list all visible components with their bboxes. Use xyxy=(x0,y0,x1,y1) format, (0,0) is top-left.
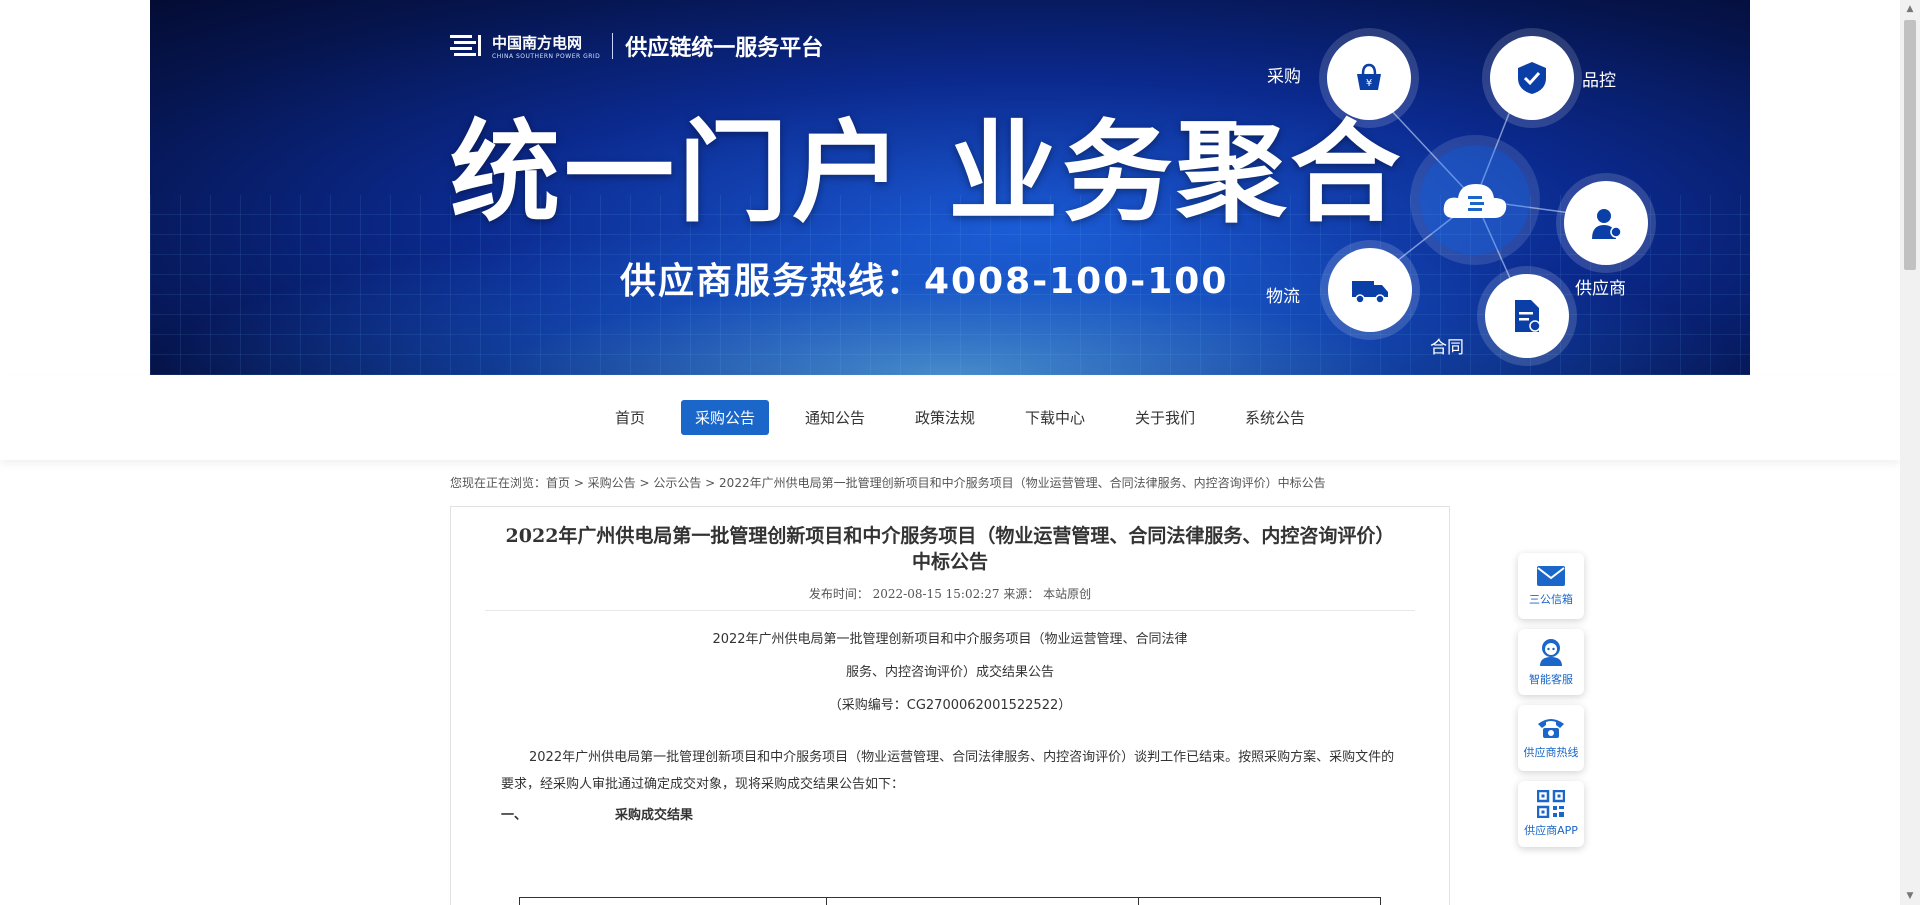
section-heading: 一、 采购成交结果 xyxy=(501,804,1449,823)
nav-item-about[interactable]: 关于我们 xyxy=(1121,400,1209,435)
meta-divider xyxy=(485,610,1415,611)
logistics-label: 物流 xyxy=(1266,287,1300,307)
side-button-label: 供应商热线 xyxy=(1523,746,1579,759)
phone-icon xyxy=(1538,719,1564,738)
mail-icon xyxy=(1537,566,1565,586)
side-button-smart-service[interactable]: 智能客服 xyxy=(1518,629,1584,695)
quality-node[interactable] xyxy=(1490,36,1574,120)
banner: 中国南方电网 CHINA SOUTHERN POWER GRID 供应链统一服务… xyxy=(150,0,1750,375)
section-number: 一、 xyxy=(501,808,528,823)
logistics-node[interactable] xyxy=(1328,248,1412,332)
nav-item-download[interactable]: 下载中心 xyxy=(1011,400,1099,435)
nav-item-policy[interactable]: 政策法规 xyxy=(901,400,989,435)
side-button-hotline[interactable]: 供应商热线 xyxy=(1518,705,1584,771)
article-heading-line2: 服务、内控咨询评价）成交结果公告 xyxy=(845,665,1054,680)
purchase-node[interactable]: ¥ xyxy=(1327,36,1411,120)
table-cell xyxy=(1139,898,1380,905)
section-title: 采购成交结果 xyxy=(615,808,694,823)
article-meta: 发布时间： 2022-08-15 15:02:27 来源： 本站原创 xyxy=(808,587,1092,601)
purchase-label: 采购 xyxy=(1267,67,1301,87)
article-heading-line1: 2022年广州供电局第一批管理创新项目和中介服务项目（物业运营管理、合同法律 xyxy=(712,632,1188,647)
breadcrumb[interactable]: 您现在正在浏览：首页 > 采购公告 > 公示公告 > 2022年广州供电局第一批… xyxy=(450,474,1326,491)
article-panel: 2022年广州供电局第一批管理创新项目和中介服务项目（物业运营管理、合同法律服务… xyxy=(450,506,1450,905)
nav-item-system-notice[interactable]: 系统公告 xyxy=(1231,400,1319,435)
shield-icon xyxy=(1518,62,1546,94)
side-button-label: 智能客服 xyxy=(1529,673,1573,686)
article-heading-block: 2022年广州供电局第一批管理创新项目和中介服务项目（物业运营管理、合同法律 服… xyxy=(451,623,1449,722)
result-table xyxy=(519,897,1381,905)
contract-node[interactable] xyxy=(1485,274,1569,358)
side-button-label: 三公信箱 xyxy=(1529,593,1573,606)
svg-text:¥: ¥ xyxy=(1366,78,1372,89)
nav-item-procurement[interactable]: 采购公告 xyxy=(680,400,769,435)
scroll-up-arrow-icon[interactable]: ▲ xyxy=(1900,0,1920,18)
table-cell xyxy=(520,898,827,905)
nav-item-notice[interactable]: 通知公告 xyxy=(791,400,879,435)
procurement-number: （采购编号：CG2700062001522522） xyxy=(828,698,1072,713)
article-title: 2022年广州供电局第一批管理创新项目和中介服务项目（物业运营管理、合同法律服务… xyxy=(451,507,1449,575)
side-button-label: 供应商APP xyxy=(1524,824,1578,837)
supplier-label: 供应商 xyxy=(1575,279,1626,299)
supplier-node[interactable] xyxy=(1564,181,1648,265)
main-nav: 首页 采购公告 通知公告 政策法规 下载中心 关于我们 系统公告 xyxy=(0,375,1900,460)
contract-label: 合同 xyxy=(1430,338,1464,358)
contract-document-icon xyxy=(1515,300,1541,332)
article-title-line2: 中标公告 xyxy=(911,551,988,573)
basket-icon: ¥ xyxy=(1357,63,1381,90)
quality-label: 品控 xyxy=(1582,71,1616,91)
truck-icon xyxy=(1352,281,1388,304)
nav-list: 首页 采购公告 通知公告 政策法规 下载中心 关于我们 系统公告 xyxy=(601,400,1319,435)
side-button-mailbox[interactable]: 三公信箱 xyxy=(1518,553,1584,619)
cloud-icon xyxy=(1443,184,1507,218)
article-paragraph: 2022年广州供电局第一批管理创新项目和中介服务项目（物业运营管理、合同法律服务… xyxy=(501,750,1395,792)
table-cell xyxy=(827,898,1139,905)
article-title-line1: 2022年广州供电局第一批管理创新项目和中介服务项目（物业运营管理、合同法律服务… xyxy=(505,525,1395,547)
side-button-app[interactable]: 供应商APP xyxy=(1518,781,1584,847)
supplier-person-icon xyxy=(1592,209,1622,239)
page-scrollbar[interactable]: ▲ ▼ xyxy=(1900,0,1920,905)
nav-item-home[interactable]: 首页 xyxy=(601,400,659,435)
scroll-thumb[interactable] xyxy=(1904,20,1916,270)
scroll-down-arrow-icon[interactable]: ▼ xyxy=(1900,887,1920,905)
cloud-hub-node xyxy=(1420,145,1530,255)
qrcode-icon xyxy=(1537,790,1565,818)
customer-service-icon xyxy=(1540,639,1562,666)
